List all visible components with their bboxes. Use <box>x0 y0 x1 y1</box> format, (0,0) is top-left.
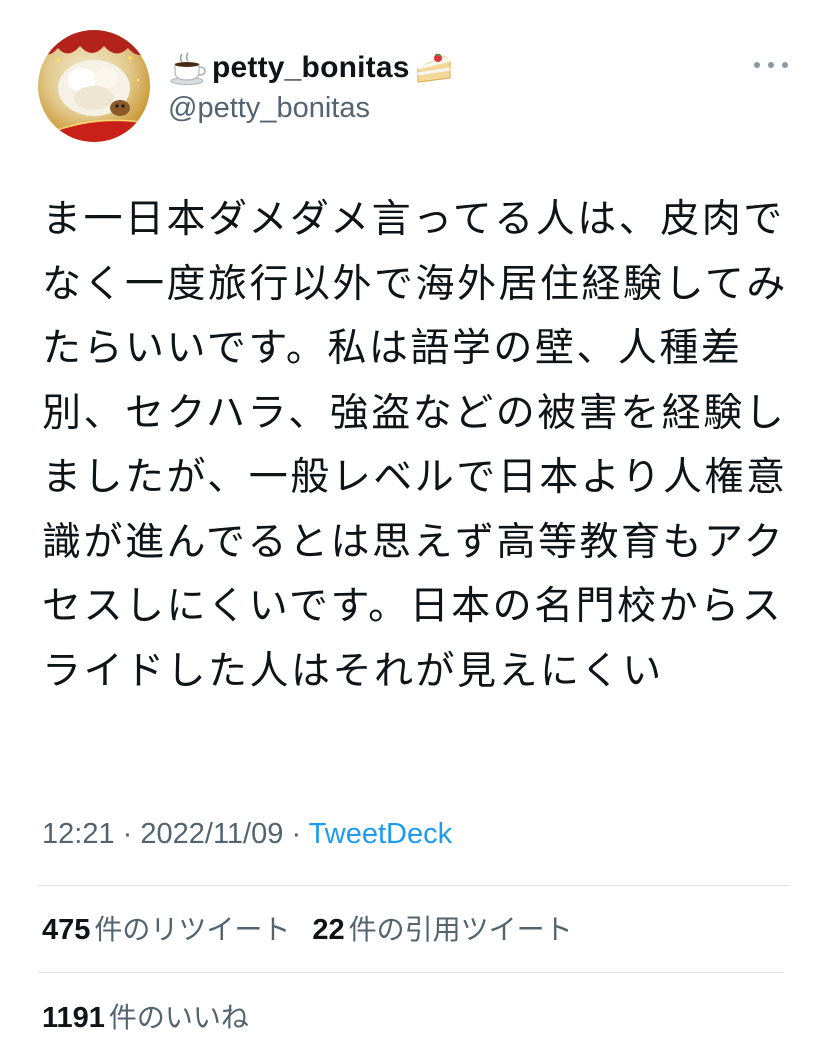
tweet-metadata: 12:21 · 2022/11/09 · TweetDeck <box>42 818 452 851</box>
retweets-stat[interactable]: 475 件のリツイート <box>42 908 290 948</box>
meta-separator: · <box>291 818 302 850</box>
retweets-label: 件のリツイート <box>94 913 291 946</box>
divider <box>38 972 784 973</box>
quotes-label: 件の引用ツイート <box>348 913 573 946</box>
quotes-stat[interactable]: 22 件の引用ツイート <box>312 908 572 948</box>
likes-stat[interactable]: 1191 件のいいね <box>42 996 249 1036</box>
more-options-icon[interactable] <box>754 58 788 72</box>
more-dot <box>768 62 774 68</box>
likes-count: 1191 <box>42 1002 105 1034</box>
quotes-count: 22 <box>312 914 345 946</box>
tweet-text: ま一日本ダメダメ言ってる人は、皮肉でなく一度旅行以外で海外居住経験してみたらいい… <box>42 197 788 694</box>
avatar[interactable] <box>38 30 150 142</box>
divider <box>38 885 790 886</box>
author-name-row[interactable]: petty_bonitas <box>168 48 454 88</box>
author-display-name[interactable]: petty_bonitas <box>212 51 410 85</box>
tweet-time[interactable]: 12:21 <box>42 818 115 850</box>
tweet-date[interactable]: 2022/11/09 <box>140 818 283 850</box>
hot-coffee-icon <box>170 52 206 85</box>
likes-label: 件のいいね <box>108 1001 249 1034</box>
more-dot <box>782 62 788 68</box>
tweet-source-link[interactable]: TweetDeck <box>309 818 452 850</box>
retweets-count: 475 <box>42 914 91 946</box>
more-dot <box>754 62 760 68</box>
meta-separator: · <box>122 818 133 850</box>
engagement-stats-row: 475 件のリツイート 22 件の引用ツイート <box>42 908 573 948</box>
author-handle[interactable]: @petty_bonitas <box>168 92 370 125</box>
shortcake-icon <box>417 53 451 83</box>
